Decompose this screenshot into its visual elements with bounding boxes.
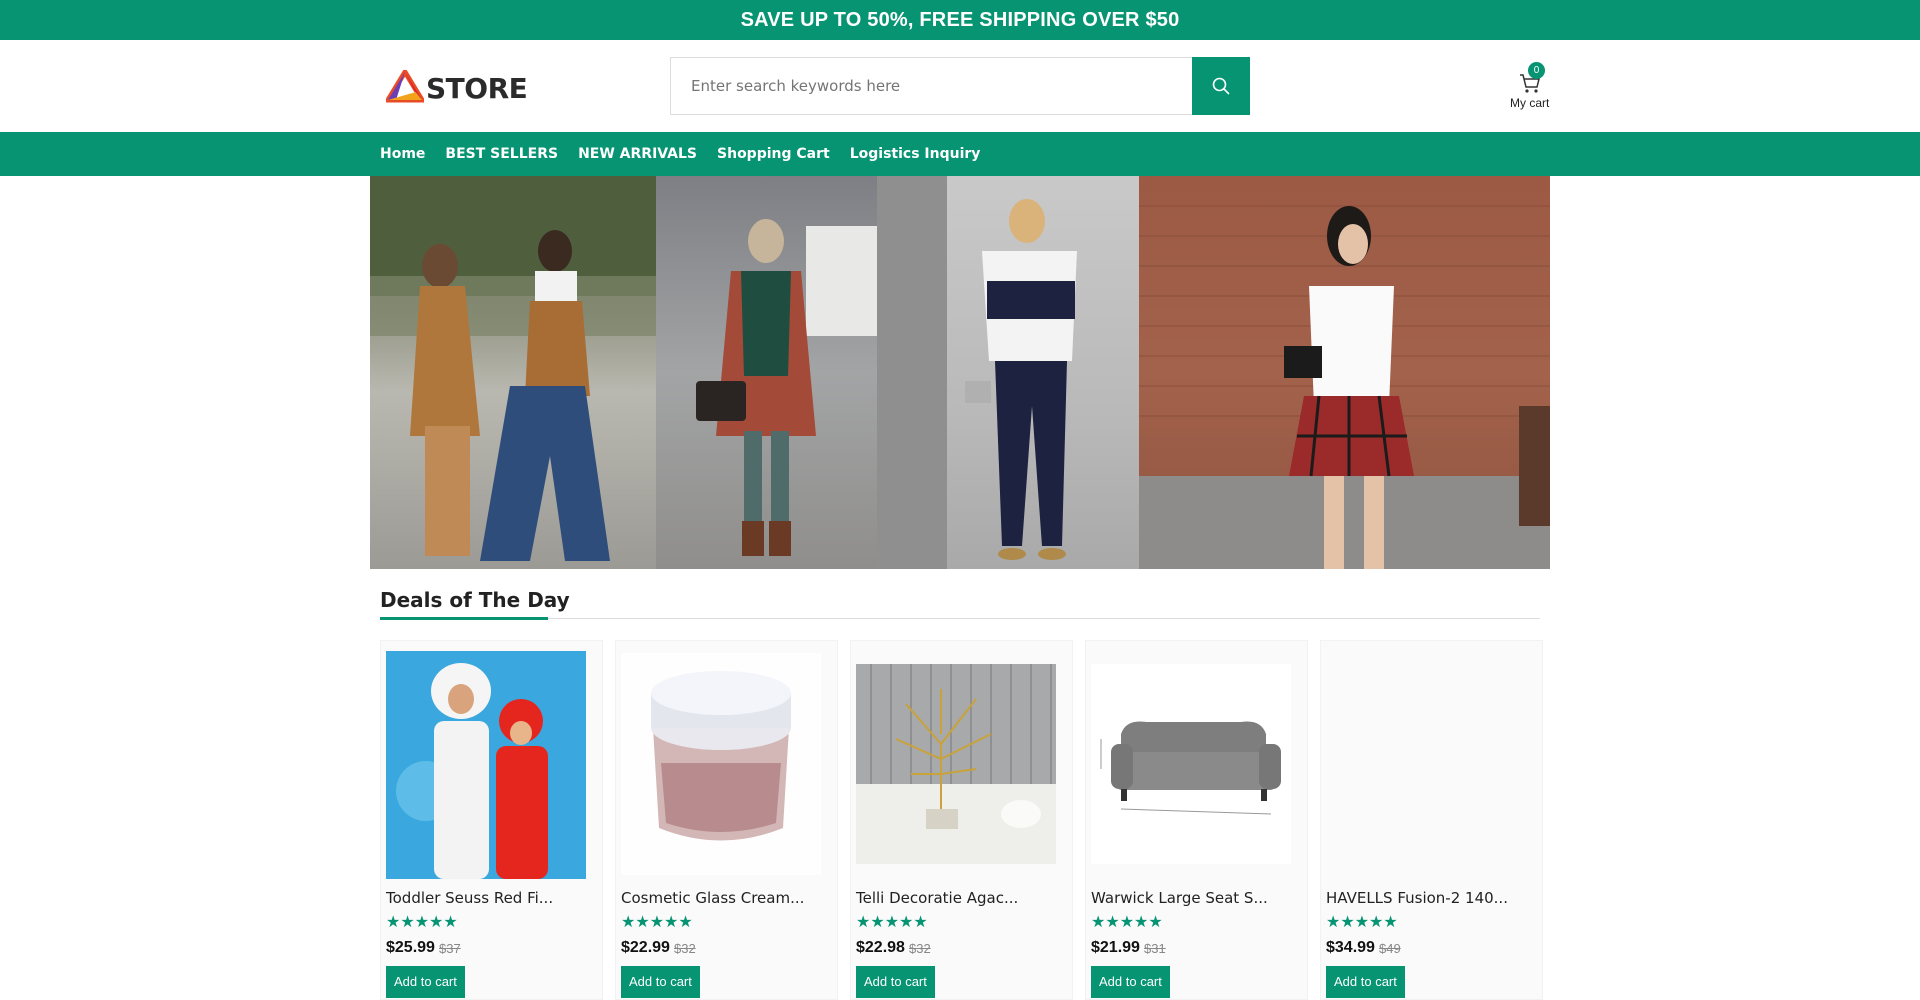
deals-section-title: Deals of The Day xyxy=(380,588,570,612)
product-old-price: $32 xyxy=(674,941,696,956)
product-name[interactable]: HAVELLS Fusion-2 140... xyxy=(1326,889,1508,907)
product-image[interactable] xyxy=(1326,651,1526,879)
product-price: $25.99 xyxy=(386,939,435,956)
product-rating: ★★★★★ xyxy=(856,914,928,931)
main-nav: Home BEST SELLERS NEW ARRIVALS Shopping … xyxy=(0,132,1920,176)
product-card[interactable]: Telli Decoratie Agac... ★★★★★ $22.98 $32… xyxy=(850,640,1073,1000)
product-card[interactable]: Cosmetic Glass Cream... ★★★★★ $22.99 $32… xyxy=(615,640,838,1000)
add-to-cart-button[interactable]: Add to cart xyxy=(1091,966,1170,998)
add-to-cart-button[interactable]: Add to cart xyxy=(386,966,465,998)
hero-banner[interactable] xyxy=(370,176,1550,569)
site-header: STORE 0 My cart xyxy=(0,40,1920,132)
nav-item-shopping-cart[interactable]: Shopping Cart xyxy=(717,146,830,162)
search-bar xyxy=(670,57,1250,115)
promo-text: SAVE UP TO 50%, FREE SHIPPING OVER $50 xyxy=(740,8,1180,31)
nav-item-logistics-inquiry[interactable]: Logistics Inquiry xyxy=(850,146,981,162)
product-old-price: $32 xyxy=(909,941,931,956)
add-to-cart-button[interactable]: Add to cart xyxy=(856,966,935,998)
product-image[interactable] xyxy=(621,653,821,875)
cart-label: My cart xyxy=(1510,96,1550,110)
product-image[interactable] xyxy=(856,664,1056,864)
nav-item-new-arrivals[interactable]: NEW ARRIVALS xyxy=(578,146,697,162)
add-to-cart-button[interactable]: Add to cart xyxy=(1326,966,1405,998)
product-price: $34.99 xyxy=(1326,939,1375,956)
product-old-price: $31 xyxy=(1144,941,1166,956)
product-name[interactable]: Cosmetic Glass Cream... xyxy=(621,889,804,907)
nav-item-best-sellers[interactable]: BEST SELLERS xyxy=(445,146,558,162)
product-rating: ★★★★★ xyxy=(1326,914,1398,931)
product-rating: ★★★★★ xyxy=(621,914,693,931)
promo-banner: SAVE UP TO 50%, FREE SHIPPING OVER $50 xyxy=(0,0,1920,40)
search-icon xyxy=(1212,77,1230,95)
cart-button[interactable]: 0 My cart xyxy=(1508,62,1554,110)
product-card[interactable]: HAVELLS Fusion-2 140... ★★★★★ $34.99 $49… xyxy=(1320,640,1543,1000)
banner-panel-striped-tee xyxy=(877,176,1139,569)
product-rating: ★★★★★ xyxy=(1091,914,1163,931)
logo-mark-icon xyxy=(386,70,424,103)
banner-panel-street-style xyxy=(370,176,656,569)
product-name[interactable]: Toddler Seuss Red Fi... xyxy=(386,889,553,907)
section-title-underline xyxy=(380,617,548,620)
deals-product-list: Toddler Seuss Red Fi... ★★★★★ $25.99 $37… xyxy=(380,640,1543,1000)
product-name[interactable]: Warwick Large Seat S... xyxy=(1091,889,1268,907)
logo-text: STORE xyxy=(426,71,528,105)
product-old-price: $37 xyxy=(439,941,461,956)
nav-item-home[interactable]: Home xyxy=(380,146,425,162)
section-divider xyxy=(380,618,1540,619)
cart-count-badge: 0 xyxy=(1528,62,1545,79)
product-old-price: $49 xyxy=(1379,941,1401,956)
banner-panel-plaid-skirt xyxy=(1139,176,1550,569)
product-price: $22.98 xyxy=(856,939,905,956)
search-input[interactable] xyxy=(670,57,1192,115)
product-rating: ★★★★★ xyxy=(386,914,458,931)
search-button[interactable] xyxy=(1192,57,1250,115)
banner-panel-plaid-scarf xyxy=(656,176,877,569)
product-price: $22.99 xyxy=(621,939,670,956)
product-price: $21.99 xyxy=(1091,939,1140,956)
product-card[interactable]: Warwick Large Seat S... ★★★★★ $21.99 $31… xyxy=(1085,640,1308,1000)
add-to-cart-button[interactable]: Add to cart xyxy=(621,966,700,998)
product-image[interactable] xyxy=(1091,664,1291,864)
product-image[interactable] xyxy=(386,651,586,879)
store-logo[interactable]: STORE xyxy=(386,70,528,106)
product-name[interactable]: Telli Decoratie Agac... xyxy=(856,889,1018,907)
product-card[interactable]: Toddler Seuss Red Fi... ★★★★★ $25.99 $37… xyxy=(380,640,603,1000)
